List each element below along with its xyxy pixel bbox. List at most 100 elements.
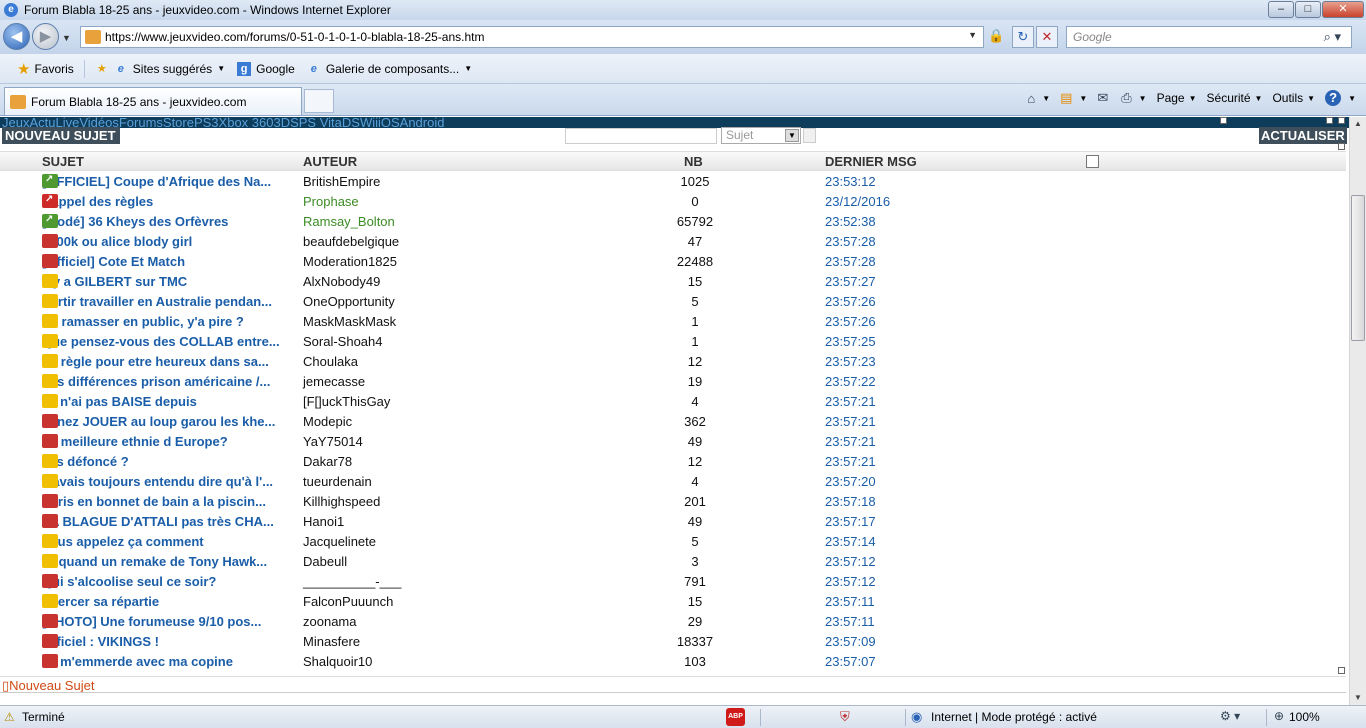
topic-subject-link[interactable]: Se ramasser en public, y'a pire ? (42, 314, 300, 329)
topic-author[interactable]: __________-___ (303, 574, 401, 589)
topic-last-message-link[interactable]: 23:57:28 (825, 234, 876, 249)
table-row[interactable]: LA BLAGUE D'ATTALI pas très CHA... Hanoi1… (0, 512, 1346, 532)
topic-author[interactable]: Shalquoir10 (303, 654, 372, 669)
table-row[interactable]: [OFFICIEL] Coupe d'Afrique des Na...Brit… (0, 172, 1346, 192)
table-row[interactable]: Venez JOUER au loup garou les khe... Mode… (0, 412, 1346, 432)
stop-button[interactable]: ✕ (1036, 26, 1058, 48)
favorites-star-icon[interactable]: ★ (17, 60, 30, 78)
topic-subject-link[interactable]: 1000k ou alice blody girl (42, 234, 300, 249)
topic-author[interactable]: Jacquelinete (303, 534, 376, 549)
scroll-down-arrow-icon[interactable]: ▼ (1351, 691, 1365, 705)
table-row[interactable]: 1000k ou alice blody girl beaufdebelgique… (0, 232, 1346, 252)
new-tab-button[interactable] (304, 89, 334, 113)
topic-last-message-link[interactable]: 23:57:09 (825, 634, 876, 649)
home-button[interactable]: ⌂ ▼ (1027, 91, 1050, 106)
feeds-button[interactable]: ▤ ▼ (1060, 90, 1087, 106)
search-input[interactable]: Google ⌕ ▾ (1066, 26, 1352, 48)
table-row[interactable]: Jes défoncé ? Dakar78 12 23:57:21 (0, 452, 1346, 472)
zoom-icon[interactable]: ⊕ (1274, 709, 1284, 723)
print-button[interactable]: ⎙ ▼ (1121, 90, 1146, 106)
adblock-plus-icon[interactable]: ABP (726, 708, 745, 726)
topic-last-message-link[interactable]: 23/12/2016 (825, 194, 890, 209)
topic-last-message-link[interactable]: 23:57:14 (825, 534, 876, 549)
topic-last-message-link[interactable]: 23:57:26 (825, 314, 876, 329)
table-row[interactable]: [PHOTO] Une forumeuse 9/10 pos... zoonama… (0, 612, 1346, 632)
topic-subject-link[interactable]: [OFFICIEL] Coupe d'Afrique des Na... (42, 174, 300, 189)
address-dropdown-icon[interactable]: ▼ (968, 30, 977, 40)
topic-author[interactable]: Ramsay_Bolton (303, 214, 395, 229)
topic-subject-link[interactable]: Rappel des règles (42, 194, 300, 209)
address-bar[interactable]: https://www.jeuxvideo.com/forums/0-51-0-… (80, 26, 984, 48)
topic-last-message-link[interactable]: 23:57:11 (825, 614, 875, 629)
topic-author[interactable]: OneOpportunity (303, 294, 395, 309)
topic-subject-link[interactable]: J'avais toujours entendu dire qu'à l'... (42, 474, 300, 489)
vertical-scrollbar[interactable]: ▲ ▼ (1349, 117, 1366, 705)
search-type-select[interactable]: Sujet ▼ (721, 127, 801, 144)
topic-author[interactable]: BritishEmpire (303, 174, 380, 189)
favorite-item-galerie[interactable]: e Galerie de composants... ▼ (307, 62, 472, 76)
refresh-topics-button[interactable]: ACTUALISER (1259, 127, 1347, 144)
favorite-item-sites-suggeres[interactable]: e Sites suggérés ▼ (114, 62, 225, 76)
tab-active[interactable]: Forum Blabla 18-25 ans - jeuxvideo.com (4, 87, 302, 115)
table-row[interactable]: Que pensez-vous des COLLAB entre... Soral… (0, 332, 1346, 352)
topic-author[interactable]: Modepic (303, 414, 352, 429)
favoris-button[interactable]: Favoris (34, 62, 73, 76)
topic-last-message-link[interactable]: 23:57:23 (825, 354, 876, 369)
table-row[interactable]: Qui s'alcoolise seul ce soir? __________-… (0, 572, 1346, 592)
table-row[interactable]: Officiel : VIKINGS ! Minasfere 18337 23:57:… (0, 632, 1346, 652)
minimize-button[interactable]: – (1268, 1, 1294, 18)
address-url[interactable]: https://www.jeuxvideo.com/forums/0-51-0-… (105, 30, 485, 44)
topic-last-message-link[interactable]: 23:57:12 (825, 554, 876, 569)
history-dropdown-icon[interactable]: ▼ (62, 33, 71, 43)
topic-last-message-link[interactable]: 23:57:21 (825, 394, 876, 409)
table-row[interactable]: La meilleure ethnie d Europe? YaY75014 49 2… (0, 432, 1346, 452)
topic-author[interactable]: tueurdenain (303, 474, 372, 489)
topic-subject-link[interactable]: Je m'emmerde avec ma copine (42, 654, 300, 669)
table-row[interactable]: Se ramasser en public, y'a pire ? MaskMas… (0, 312, 1346, 332)
forward-button[interactable]: ▶ (32, 23, 59, 50)
topic-last-message-link[interactable]: 23:57:27 (825, 274, 876, 289)
close-window-button[interactable]: ✕ (1322, 1, 1364, 18)
zoom-level[interactable]: 100% (1289, 710, 1320, 724)
topic-last-message-link[interactable]: 23:57:07 (825, 654, 876, 669)
topic-author[interactable]: Minasfere (303, 634, 360, 649)
topic-last-message-link[interactable]: 23:57:12 (825, 574, 876, 589)
topic-last-message-link[interactable]: 23:57:20 (825, 474, 876, 489)
outils-menu[interactable]: Outils ▼ (1272, 91, 1315, 105)
topic-subject-link[interactable]: Que pensez-vous des COLLAB entre... (42, 334, 300, 349)
lock-icon[interactable]: 🔒 (988, 28, 1004, 46)
favorite-item-google[interactable]: g Google (237, 61, 295, 76)
topic-author[interactable]: MaskMaskMask (303, 314, 396, 329)
table-row[interactable]: Vous appelez ça comment Jacquelinete 5 23:5… (0, 532, 1346, 552)
topic-last-message-link[interactable]: 23:57:26 (825, 294, 876, 309)
table-row[interactable]: Paris en bonnet de bain a la piscin... Ki… (0, 492, 1346, 512)
topic-subject-link[interactable]: LA BLAGUE D'ATTALI pas très CHA... (42, 514, 300, 529)
topic-subject-link[interactable]: Paris en bonnet de bain a la piscin... (42, 494, 300, 509)
securite-menu[interactable]: Sécurité ▼ (1207, 91, 1263, 105)
search-icon[interactable]: ⌕ ▾ (1324, 29, 1341, 45)
table-row[interactable]: Rappel des règlesProphase 0 23/12/2016 (0, 192, 1346, 212)
topic-subject-link[interactable]: Il y a GILBERT sur TMC (42, 274, 300, 289)
table-row[interactable]: Exercer sa répartie FalconPuuunch 15 23:57:… (0, 592, 1346, 612)
refresh-button[interactable]: ↻ (1012, 26, 1034, 48)
topic-subject-link[interactable]: Partir travailler en Australie pendan... (42, 294, 300, 309)
topic-subject-link[interactable]: Qui s'alcoolise seul ce soir? (42, 574, 300, 589)
topic-author[interactable]: YaY75014 (303, 434, 363, 449)
topic-last-message-link[interactable]: 23:53:12 (825, 174, 876, 189)
topic-author[interactable]: zoonama (303, 614, 356, 629)
topic-author[interactable]: [F[]uckThisGay (303, 394, 390, 409)
topic-subject-link[interactable]: [Modé] 36 Kheys des Orfèvres (42, 214, 300, 229)
topic-subject-link[interactable]: Jes défoncé ? (42, 454, 300, 469)
page-menu[interactable]: Page ▼ (1157, 91, 1197, 105)
topic-last-message-link[interactable]: 23:57:17 (825, 514, 876, 529)
forum-search-button[interactable] (803, 128, 816, 143)
topic-last-message-link[interactable]: 23:57:25 (825, 334, 876, 349)
topic-subject-link[interactable]: Vous appelez ça comment (42, 534, 300, 549)
back-button[interactable]: ◀ (3, 23, 30, 50)
scroll-up-arrow-icon[interactable]: ▲ (1351, 117, 1365, 131)
topic-author[interactable]: FalconPuuunch (303, 594, 393, 609)
topic-subject-link[interactable]: Et quand un remake de Tony Hawk... (42, 554, 300, 569)
table-row[interactable]: Je n'ai pas BAISE depuis [F[]uckThisGay 4 2… (0, 392, 1346, 412)
topic-last-message-link[interactable]: 23:57:21 (825, 414, 876, 429)
table-row[interactable]: Partir travailler en Australie pendan...… (0, 292, 1346, 312)
